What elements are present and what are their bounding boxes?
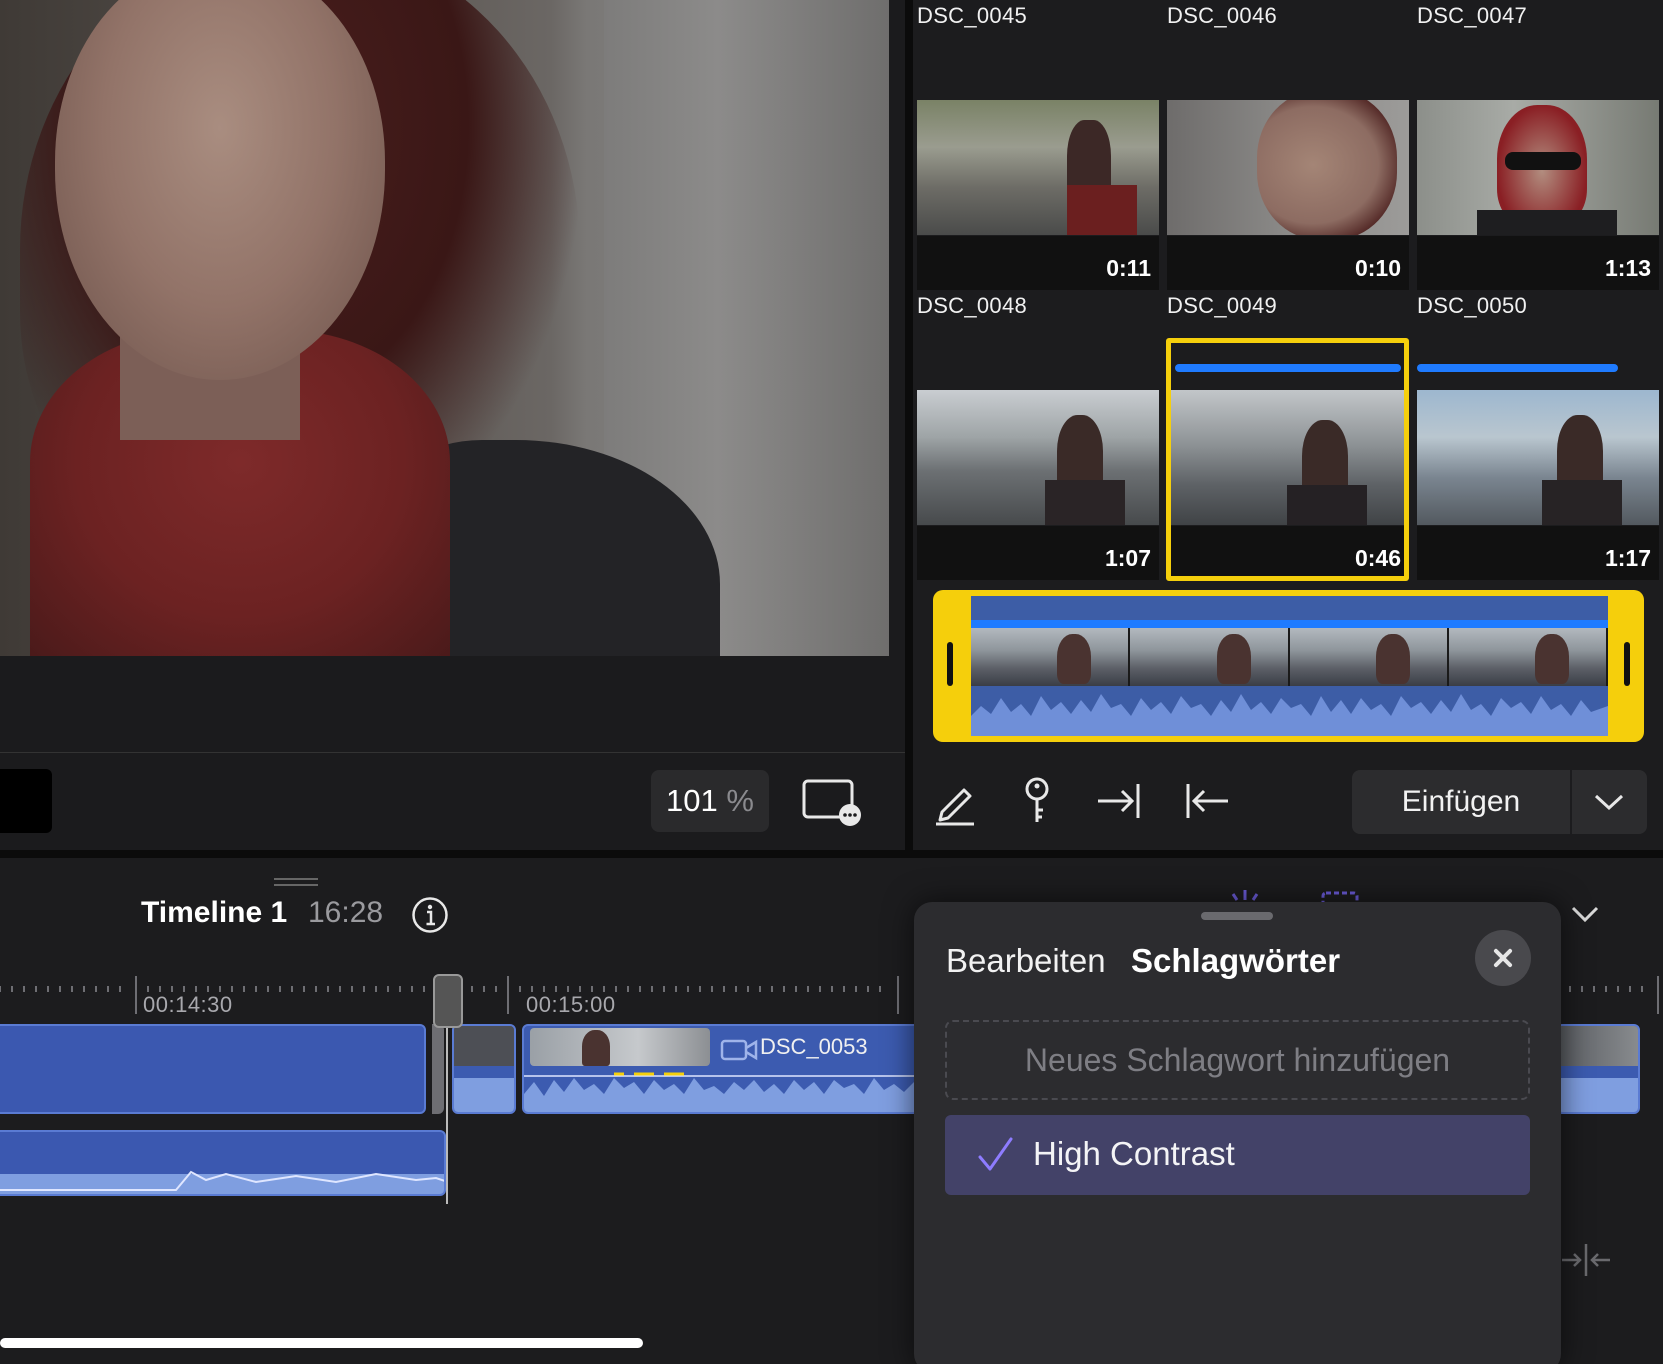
clip-thumbnail-image <box>917 100 1159 235</box>
viewer-toolbar <box>0 752 905 850</box>
tab-edit[interactable]: Bearbeiten <box>946 942 1106 980</box>
resize-grabber[interactable] <box>274 878 318 886</box>
clip-duration: 1:07 <box>1104 545 1151 571</box>
keywords-popover: Bearbeiten Schlagwörter High Contrast <box>914 902 1561 1364</box>
clip-thumbnail-dsc-0048[interactable]: 1:07 <box>917 290 1159 580</box>
chevron-down-icon <box>1594 794 1624 811</box>
insert-button[interactable]: Einfügen <box>1352 770 1570 834</box>
popover-grabber[interactable] <box>1201 912 1273 920</box>
clip-trim-handle[interactable] <box>432 1024 444 1114</box>
home-indicator[interactable] <box>0 1338 643 1348</box>
tab-keywords[interactable]: Schlagwörter <box>1131 942 1340 980</box>
filmstrip-frame <box>971 626 1131 686</box>
mark-out-icon[interactable] <box>1182 776 1232 826</box>
zoom-unit: % <box>726 783 754 818</box>
clip-duration: 0:11 <box>1106 255 1151 281</box>
close-icon[interactable] <box>1475 930 1531 986</box>
timeline-clip[interactable] <box>0 1024 426 1114</box>
info-icon[interactable] <box>411 896 449 934</box>
audio-waveform <box>971 686 1608 736</box>
filmstrip-frame <box>1448 626 1608 686</box>
panel-divider-horizontal[interactable] <box>0 850 1663 858</box>
timeline-duration: 16:28 <box>308 896 384 929</box>
trim-start-handle[interactable] <box>947 642 953 686</box>
new-keyword-input[interactable] <box>945 1020 1530 1100</box>
panel-divider[interactable] <box>905 0 913 850</box>
filmstrip-frame <box>1289 626 1449 686</box>
clip-thumbnail-image <box>917 390 1159 525</box>
clip-name-label: DSC_0053 <box>760 1034 868 1059</box>
ruler-timecode: 00:15:00 <box>526 992 616 1017</box>
viewer-left-control[interactable] <box>0 769 52 833</box>
insert-options-button[interactable] <box>1572 770 1647 834</box>
clip-duration-bar: 1:13 <box>1417 236 1659 290</box>
zoom-to-fit-icon[interactable] <box>1560 1240 1612 1280</box>
chevron-down-icon[interactable] <box>1568 897 1602 931</box>
filmstrip-range-line <box>971 620 1608 628</box>
clip-duration: 1:13 <box>1604 255 1651 281</box>
video-preview[interactable] <box>0 0 889 656</box>
keyword-label: High Contrast <box>1033 1135 1235 1172</box>
clip-thumbnail-image <box>1167 100 1409 235</box>
video-camera-icon <box>720 1039 758 1061</box>
clip-thumbnail-image <box>1417 390 1659 525</box>
selected-clip-frame <box>1166 338 1409 581</box>
clip-duration: 0:10 <box>1354 255 1401 281</box>
connected-audio-clip[interactable] <box>0 1130 446 1196</box>
clip-duration: 1:17 <box>1604 545 1651 571</box>
filmstrip-content <box>971 596 1608 736</box>
playhead-handle[interactable] <box>433 974 463 1028</box>
clip-duration-bar: 1:17 <box>1417 526 1659 580</box>
zoom-control[interactable]: 101 % <box>651 770 769 832</box>
display-options-icon[interactable] <box>802 779 866 827</box>
clip-thumbnail-dsc-0050[interactable]: 1:17 <box>1417 290 1659 580</box>
viewer: 101 % <box>0 0 905 850</box>
trim-end-handle[interactable] <box>1624 642 1630 686</box>
timeline-clip[interactable] <box>452 1024 516 1114</box>
clip-thumbnail-dsc-0046[interactable]: 0:10 <box>1167 0 1409 290</box>
keyword-item-high-contrast[interactable]: High Contrast <box>945 1115 1530 1195</box>
clip-duration-bar: 0:10 <box>1167 236 1409 290</box>
clip-thumbnail-image <box>1417 100 1659 235</box>
clip-duration-bar: 0:11 <box>917 236 1159 290</box>
clip-thumbnail-dsc-0047[interactable]: 1:13 <box>1417 0 1659 290</box>
timeline-clip[interactable] <box>1556 1024 1640 1114</box>
clip-duration-bar: 1:07 <box>917 526 1159 580</box>
audio-waveform <box>524 1072 920 1112</box>
timeline-title: Timeline 1 <box>141 896 288 929</box>
edit-pencil-icon[interactable] <box>930 776 980 826</box>
mark-in-icon[interactable] <box>1094 776 1144 826</box>
checkmark-icon <box>978 1137 1013 1171</box>
filmstrip-frame <box>1130 626 1290 686</box>
clip-trim-filmstrip[interactable] <box>933 590 1644 742</box>
selected-range-indicator <box>1417 364 1618 372</box>
zoom-value: 101 <box>666 783 718 818</box>
keyword-key-icon[interactable] <box>1012 776 1062 826</box>
clip-thumbnail-dsc-0045[interactable]: 0:11 <box>917 0 1159 290</box>
ruler-timecode: 00:14:30 <box>143 992 233 1017</box>
audio-waveform <box>0 1170 444 1194</box>
filmstrip-frames <box>971 626 1608 686</box>
